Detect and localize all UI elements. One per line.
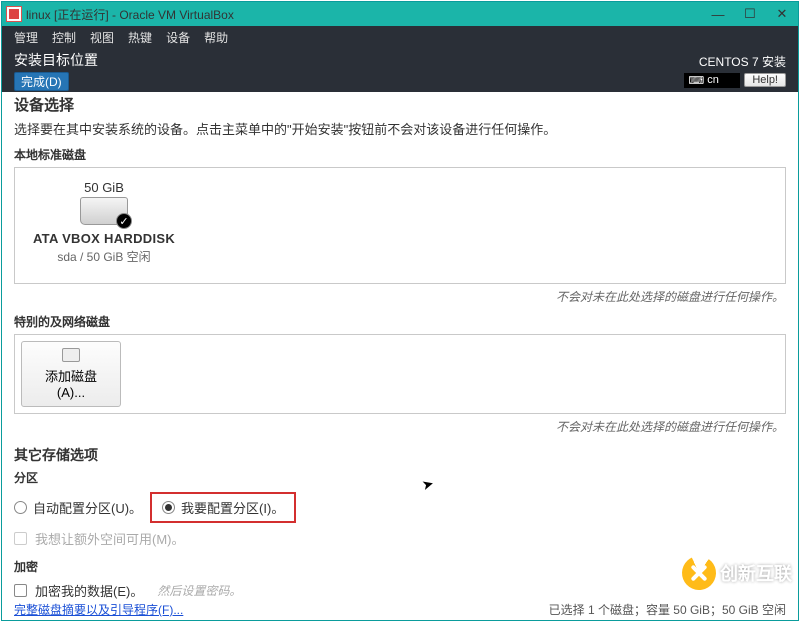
selection-status: 已选择 1 个磁盘；容量 50 GiB；50 GiB 空闲 bbox=[549, 601, 786, 618]
watermark: 创新互联 bbox=[682, 556, 792, 590]
auto-partition-radio[interactable] bbox=[14, 501, 27, 514]
full-disk-summary-link[interactable]: 完整磁盘摘要以及引导程序(F)... bbox=[14, 601, 183, 618]
menu-control[interactable]: 控制 bbox=[52, 29, 76, 46]
auto-partition-label: 自动配置分区(U)。 bbox=[33, 498, 142, 517]
vm-menubar: 管理 控制 视图 热键 设备 帮助 bbox=[2, 26, 798, 48]
help-button[interactable]: Help! bbox=[744, 73, 786, 87]
manual-partition-radio[interactable] bbox=[162, 501, 175, 514]
encrypt-checkbox[interactable] bbox=[14, 584, 27, 597]
menu-help[interactable]: 帮助 bbox=[204, 29, 228, 46]
add-disk-button[interactable]: 添加磁盘(A)... bbox=[21, 341, 121, 407]
network-disks-label: 特别的及网络磁盘 bbox=[14, 313, 786, 330]
local-disks-box: 50 GiB ✓ ATA VBOX HARDDISK sda / 50 GiB … bbox=[14, 167, 786, 284]
menu-devices[interactable]: 设备 bbox=[166, 29, 190, 46]
menu-view[interactable]: 视图 bbox=[90, 29, 114, 46]
disk-meta: sda / 50 GiB 空闲 bbox=[57, 248, 150, 265]
partition-label: 分区 bbox=[14, 469, 786, 486]
local-disks-label: 本地标准磁盘 bbox=[14, 146, 786, 163]
add-disk-label: 添加磁盘(A)... bbox=[32, 366, 110, 400]
keyboard-layout-indicator[interactable]: cn bbox=[684, 73, 740, 88]
harddisk-icon: ✓ bbox=[80, 197, 128, 225]
watermark-text: 创新互联 bbox=[720, 560, 792, 586]
extra-space-checkbox bbox=[14, 532, 27, 545]
menu-hotkeys[interactable]: 热键 bbox=[128, 29, 152, 46]
device-selection-desc: 选择要在其中安装系统的设备。点击主菜单中的"开始安装"按钮前不会对该设备进行任何… bbox=[14, 119, 786, 138]
close-button[interactable]: ✕ bbox=[766, 2, 798, 26]
device-selection-title: 设备选择 bbox=[14, 94, 786, 115]
extra-space-label: 我想让额外空间可用(M)。 bbox=[35, 529, 185, 548]
disk-name: ATA VBOX HARDDISK bbox=[33, 231, 175, 246]
vm-titlebar: linux [正在运行] - Oracle VM VirtualBox — ☐ … bbox=[2, 2, 798, 26]
encrypt-text: 加密我的数据(E)。 bbox=[35, 581, 143, 600]
disk-size: 50 GiB bbox=[84, 180, 124, 195]
virtualbox-icon bbox=[6, 6, 22, 22]
disk-item[interactable]: 50 GiB ✓ ATA VBOX HARDDISK sda / 50 GiB … bbox=[29, 180, 179, 265]
network-disk-icon bbox=[62, 348, 80, 362]
menu-manage[interactable]: 管理 bbox=[14, 29, 38, 46]
encrypt-label: 加密 bbox=[14, 558, 786, 575]
product-name: CENTOS 7 安装 bbox=[699, 53, 786, 70]
page-heading: 安装目标位置 bbox=[14, 50, 98, 70]
network-disks-box: 添加磁盘(A)... bbox=[14, 334, 786, 414]
other-storage-title: 其它存储选项 bbox=[14, 445, 786, 465]
checkmark-icon: ✓ bbox=[116, 213, 132, 229]
maximize-button[interactable]: ☐ bbox=[734, 2, 766, 26]
minimize-button[interactable]: — bbox=[702, 2, 734, 26]
installer-header: 安装目标位置 完成(D) CENTOS 7 安装 cn Help! bbox=[2, 48, 798, 92]
encrypt-hint: 然后设置密码。 bbox=[157, 582, 241, 599]
manual-partition-label: 我要配置分区(I)。 bbox=[181, 498, 284, 517]
disk-hint-2: 不会对未在此处选择的磁盘进行任何操作。 bbox=[14, 418, 784, 435]
disk-hint-1: 不会对未在此处选择的磁盘进行任何操作。 bbox=[14, 288, 784, 305]
done-button[interactable]: 完成(D) bbox=[14, 72, 69, 91]
window-title: linux [正在运行] - Oracle VM VirtualBox bbox=[26, 6, 702, 23]
